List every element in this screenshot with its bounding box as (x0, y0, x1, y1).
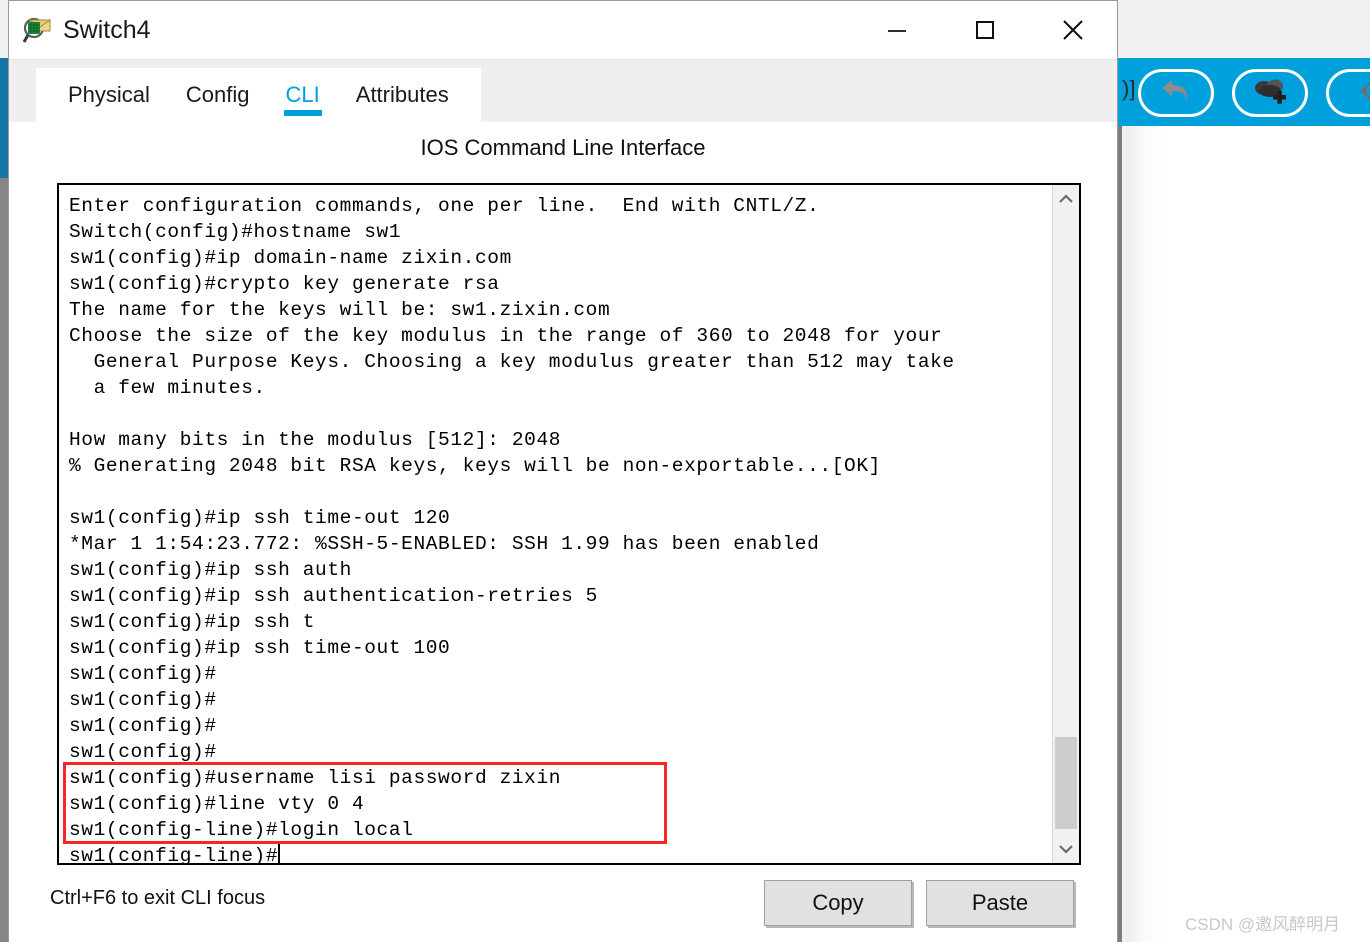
workspace-left-edge (1118, 126, 1122, 942)
terminal-line: sw1(config)# (69, 689, 217, 711)
terminal-line: The name for the keys will be: sw1.zixin… (69, 299, 611, 321)
window-title-bar[interactable]: Switch4 (9, 1, 1117, 60)
terminal-line: sw1(config-line)#login local (69, 819, 414, 841)
maximize-button[interactable] (941, 1, 1029, 59)
undo-arrow-icon (1158, 76, 1194, 111)
terminal-line: sw1(config)#crypto key generate rsa (69, 273, 500, 295)
terminal-line: General Purpose Keys. Choosing a key mod… (69, 351, 955, 373)
copy-button[interactable]: Copy (764, 880, 912, 926)
cli-footer: Ctrl+F6 to exit CLI focus Copy Paste (9, 867, 1117, 942)
terminal-line: % Generating 2048 bit RSA keys, keys wil… (69, 455, 881, 477)
left-panel-divider (0, 178, 8, 942)
undo-button[interactable] (1138, 69, 1214, 117)
terminal-line: sw1(config)#line vty 0 4 (69, 793, 365, 815)
terminal-line: sw1(config)#ip ssh auth (69, 559, 352, 581)
terminal-line: sw1(config)#username lisi password zixin (69, 767, 562, 789)
terminal-line: sw1(config)#ip domain-name zixin.com (69, 247, 512, 269)
terminal-line: *Mar 1 1:54:23.772: %SSH-5-ENABLED: SSH … (69, 533, 820, 555)
scroll-up-icon[interactable] (1053, 187, 1079, 211)
scroll-down-icon[interactable] (1053, 837, 1079, 861)
window-title: Switch4 (63, 15, 151, 44)
logical-workspace[interactable]: 2960-24TT Switch4 Fa0/1 Fa0 PC-PT (1126, 126, 1370, 942)
terminal-line: sw1(config)#ip ssh time-out 100 (69, 637, 451, 659)
focus-hint-label: Ctrl+F6 to exit CLI focus (50, 887, 266, 909)
terminal-line: Switch(config)#hostname sw1 (69, 221, 402, 243)
cli-panel-title: IOS Command Line Interface (9, 122, 1117, 171)
tab-config[interactable]: Config (168, 68, 268, 108)
terminal-line: a few minutes. (69, 377, 266, 399)
cloud-plus-icon (1251, 75, 1289, 112)
minimize-icon (888, 30, 906, 32)
switch-magnifier-icon (21, 13, 55, 47)
device-window: Switch4 Physical Config CLI Attributes I… (8, 0, 1118, 942)
window-controls (853, 1, 1117, 59)
terminal-line: Choose the size of the key modulus in th… (69, 325, 943, 347)
minimize-button[interactable] (853, 1, 941, 59)
terminal-line: sw1(config)#ip ssh t (69, 611, 316, 633)
cli-terminal[interactable]: Enter configuration commands, one per li… (57, 183, 1081, 865)
paste-button[interactable]: Paste (926, 880, 1074, 926)
navigate-button[interactable] (1326, 69, 1370, 117)
terminal-prompt-line: sw1(config-line)# (69, 844, 281, 863)
terminal-line: sw1(config)# (69, 741, 217, 763)
terminal-line: How many bits in the modulus [512]: 2048 (69, 429, 562, 451)
terminal-line: sw1(config)#ip ssh authentication-retrie… (69, 585, 598, 607)
left-panel-accent-strip (0, 58, 8, 178)
text-cursor (278, 844, 281, 863)
add-cluster-button[interactable] (1232, 69, 1308, 117)
tab-cli[interactable]: CLI (268, 68, 338, 116)
terminal-line: Enter configuration commands, one per li… (69, 195, 820, 217)
maximize-icon (976, 21, 994, 39)
tab-strip: Physical Config CLI Attributes (36, 68, 481, 122)
nav-arrows-icon (1347, 74, 1370, 113)
cli-output-area[interactable]: Enter configuration commands, one per li… (59, 185, 1052, 863)
terminal-line: sw1(config)# (69, 715, 217, 737)
tab-attributes[interactable]: Attributes (338, 68, 467, 108)
tab-strip-background: Physical Config CLI Attributes (9, 60, 1117, 122)
terminal-line: sw1(config)# (69, 663, 217, 685)
close-button[interactable] (1029, 1, 1117, 59)
cli-scrollbar[interactable] (1052, 185, 1079, 863)
watermark: CSDN @邀风醉明月 (1185, 915, 1341, 934)
close-icon (1063, 20, 1083, 40)
tab-physical[interactable]: Physical (50, 68, 168, 108)
terminal-line: sw1(config)#ip ssh time-out 120 (69, 507, 451, 529)
scrollbar-thumb[interactable] (1055, 737, 1077, 829)
toolbar-bracket-glyph: )] (1122, 76, 1136, 101)
